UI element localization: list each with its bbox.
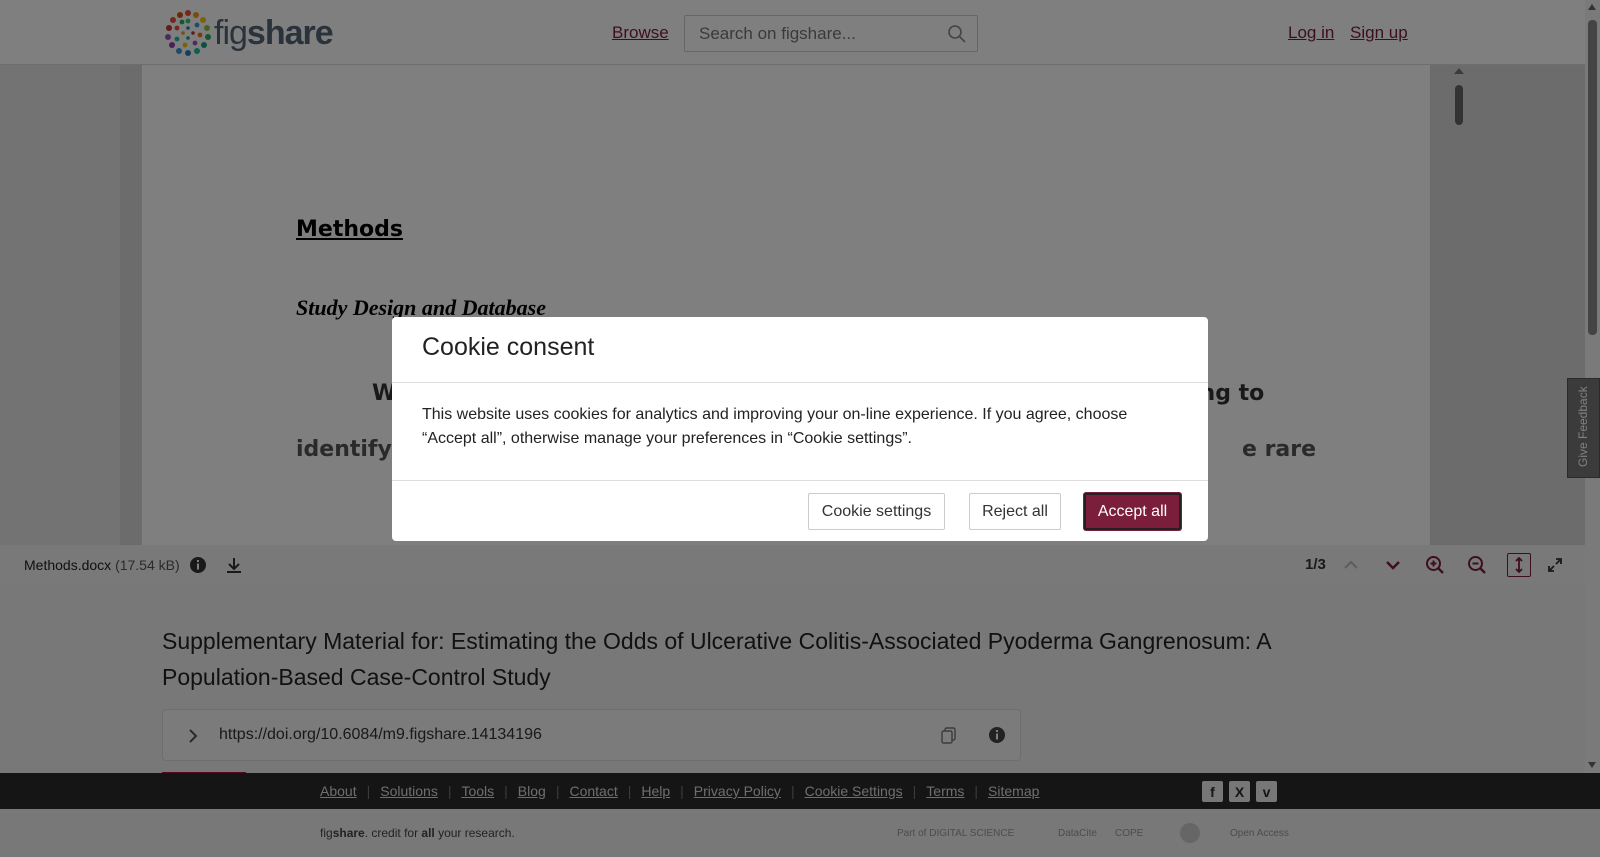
accept-all-button[interactable]: Accept all [1084, 493, 1181, 530]
cookie-settings-button[interactable]: Cookie settings [808, 493, 945, 530]
modal-body: This website uses cookies for analytics … [422, 406, 1128, 447]
modal-title: Cookie consent [422, 333, 595, 361]
modal-header: Cookie consent [392, 317, 1208, 383]
modal-footer: Cookie settings Reject all Accept all [392, 480, 1208, 541]
reject-all-button[interactable]: Reject all [969, 493, 1061, 530]
cookie-consent-dialog: Cookie consent This website uses cookies… [392, 317, 1208, 541]
